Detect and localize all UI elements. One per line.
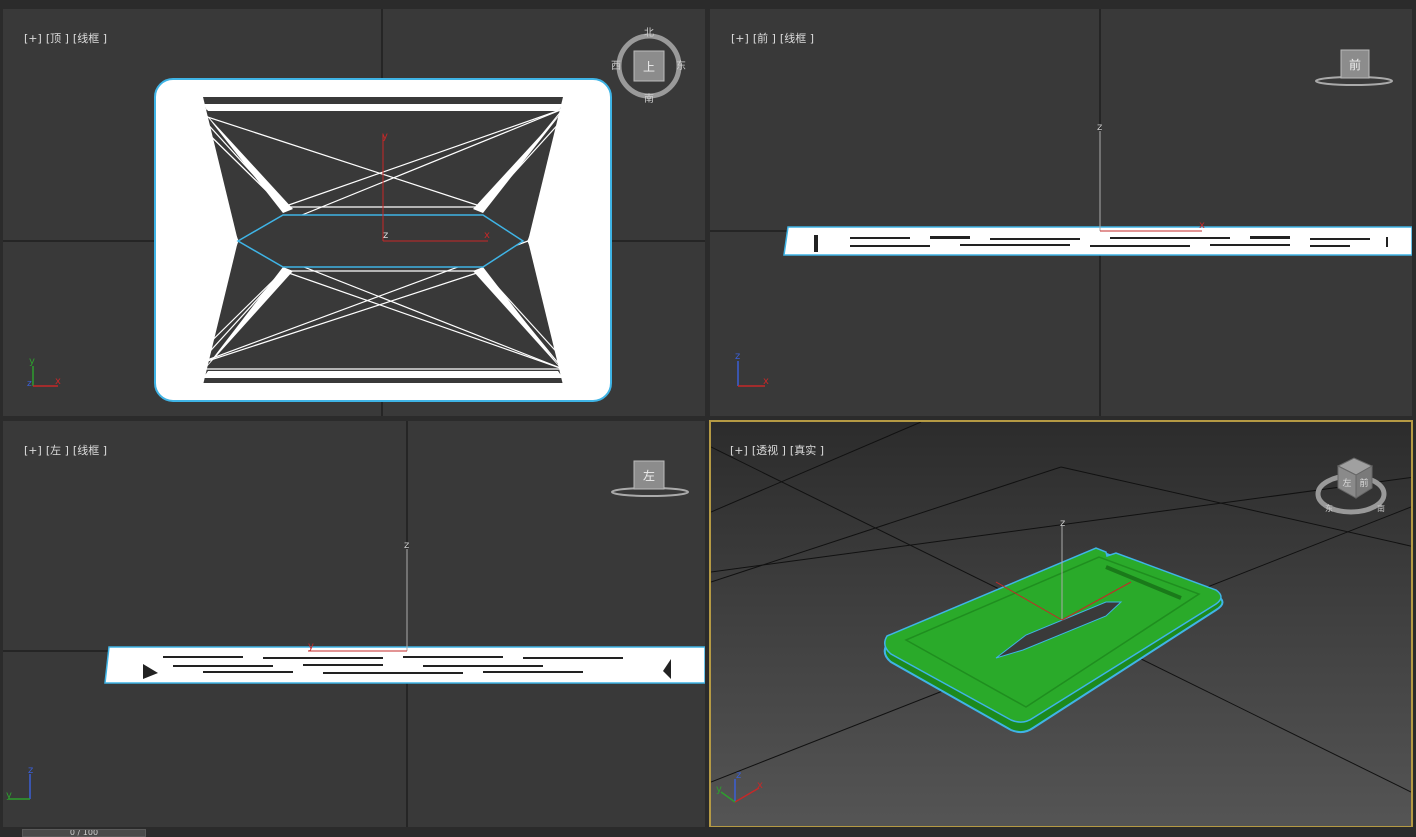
- gizmo-y-label: y: [6, 790, 12, 801]
- viewport-shading-mode[interactable]: [线框 ]: [73, 32, 107, 45]
- gizmo-x-label: x: [55, 376, 61, 387]
- pivot-x-label: x: [1199, 220, 1205, 231]
- viewport-front-label[interactable]: [+] [前 ] [线框 ]: [717, 17, 818, 59]
- compass-south-label[interactable]: 南: [644, 92, 654, 105]
- gizmo-x-label: x: [763, 376, 769, 387]
- viewport-perspective[interactable]: [+] [透视 ] [真实 ] z 左 前 东 南 z x y: [709, 420, 1413, 828]
- viewport-persp-label[interactable]: [+] [透视 ] [真实 ]: [716, 429, 828, 471]
- top-view-canvas: y x z 上 北 南 东 西 y x z: [3, 9, 705, 416]
- front-view-canvas: z x 前 z x: [710, 9, 1412, 416]
- viewport-top[interactable]: [+] [顶 ] [线框 ] y x z 上 北 南 东 西 y x z: [3, 9, 705, 416]
- gizmo-y-label: y: [716, 784, 722, 795]
- gizmo-z-label: z: [27, 379, 32, 389]
- tray-wireframe-side[interactable]: [783, 226, 1412, 256]
- viewcube-face-label: 上: [643, 60, 655, 74]
- pivot-y-label: y: [308, 641, 314, 652]
- viewport-shading-mode[interactable]: [真实 ]: [790, 444, 824, 457]
- world-axis-gizmo: z y: [6, 765, 33, 801]
- viewport-view-name[interactable]: [透视 ]: [752, 444, 786, 457]
- compass-north-label[interactable]: 北: [644, 27, 654, 39]
- viewcube-compass[interactable]: 上 北 南 东 西: [611, 27, 686, 105]
- pivot-z-label: z: [1097, 122, 1102, 133]
- viewport-menu-plus[interactable]: [+]: [24, 32, 42, 45]
- viewport-view-name[interactable]: [左 ]: [46, 444, 69, 457]
- viewcube-left-label: 左: [1342, 477, 1351, 489]
- pivot-z-label: z: [404, 540, 409, 551]
- viewport-top-label[interactable]: [+] [顶 ] [线框 ]: [10, 17, 111, 59]
- time-slider-label: 0 / 100: [69, 829, 99, 837]
- viewport-shading-mode[interactable]: [线框 ]: [73, 444, 107, 457]
- viewport-menu-plus[interactable]: [+]: [24, 444, 42, 457]
- viewcube[interactable]: 前: [1315, 49, 1393, 86]
- gizmo-y-label: y: [29, 356, 35, 367]
- pivot-x-label: x: [484, 230, 490, 241]
- pivot-y-label: y: [382, 131, 388, 142]
- viewport-view-name[interactable]: [顶 ]: [46, 32, 69, 45]
- viewport-front[interactable]: [+] [前 ] [线框 ] z x 前 z x: [710, 9, 1412, 416]
- compass-west-label[interactable]: 西: [611, 61, 621, 72]
- pivot-z-label: z: [383, 230, 388, 241]
- viewcube-face-label: 左: [643, 468, 655, 483]
- viewport-menu-plus[interactable]: [+]: [731, 32, 749, 45]
- compass-east-label[interactable]: 东: [676, 59, 686, 72]
- gizmo-x-label: x: [757, 780, 763, 791]
- status-bar: [0, 827, 1416, 835]
- viewcube[interactable]: 左: [611, 460, 689, 497]
- viewport-view-name[interactable]: [前 ]: [753, 32, 776, 45]
- time-slider[interactable]: 0 / 100: [22, 829, 146, 837]
- compass-east-label[interactable]: 东: [1325, 503, 1333, 513]
- gizmo-z-label: z: [28, 765, 33, 776]
- left-view-canvas: z y 左 z y: [3, 421, 705, 827]
- viewport-menu-plus[interactable]: [+]: [730, 444, 748, 457]
- viewcube-front-label: 前: [1359, 477, 1368, 489]
- viewport-left-label[interactable]: [+] [左 ] [线框 ]: [10, 429, 111, 471]
- viewport-left[interactable]: [+] [左 ] [线框 ] z y 左 z y: [3, 421, 705, 827]
- perspective-canvas: z 左 前 东 南 z x y: [711, 422, 1411, 826]
- compass-south-label[interactable]: 南: [1377, 503, 1385, 513]
- world-axis-gizmo: y x z: [27, 356, 61, 389]
- pivot-z-label: z: [1060, 518, 1065, 529]
- viewport-shading-mode[interactable]: [线框 ]: [780, 32, 814, 45]
- gizmo-z-label: z: [735, 351, 740, 362]
- world-axis-gizmo: z x: [735, 351, 769, 387]
- viewcube-face-label: 前: [1349, 57, 1361, 72]
- gizmo-z-label: z: [736, 770, 741, 781]
